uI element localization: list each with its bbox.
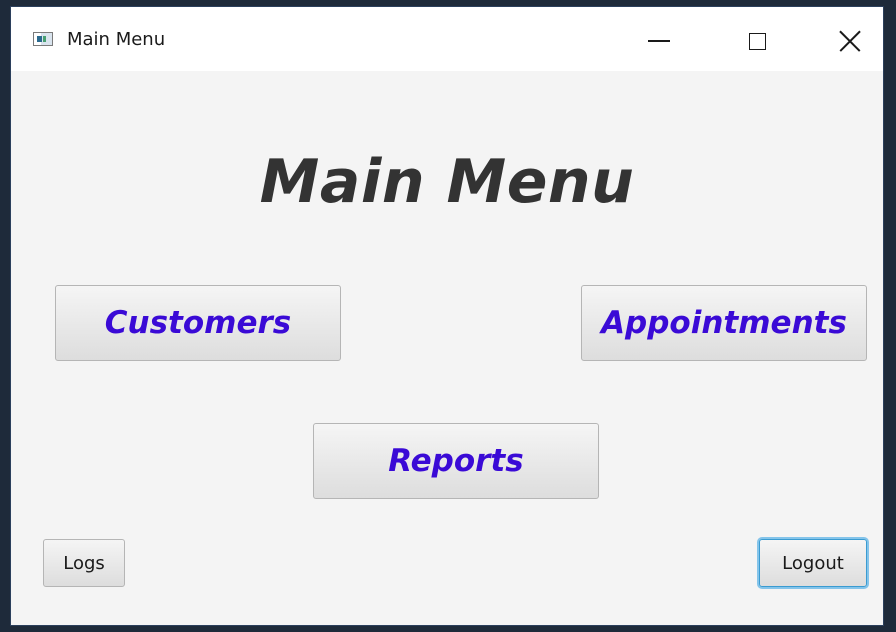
customers-button[interactable]: Customers bbox=[55, 285, 341, 361]
main-menu-window: Main Menu Main Menu Customers Appointmen… bbox=[10, 6, 884, 626]
close-icon bbox=[839, 30, 861, 52]
title-bar[interactable]: Main Menu bbox=[11, 7, 883, 71]
page-title: Main Menu bbox=[259, 147, 635, 217]
appointments-button[interactable]: Appointments bbox=[581, 285, 867, 361]
logs-button[interactable]: Logs bbox=[43, 539, 125, 587]
reports-button[interactable]: Reports bbox=[313, 423, 599, 499]
window-title: Main Menu bbox=[67, 29, 166, 50]
logout-button[interactable]: Logout bbox=[759, 539, 867, 587]
app-window-icon bbox=[33, 32, 53, 46]
minimize-icon bbox=[648, 40, 670, 42]
close-button[interactable] bbox=[830, 23, 870, 59]
minimize-button[interactable] bbox=[639, 23, 679, 59]
maximize-icon bbox=[748, 32, 766, 50]
maximize-button[interactable] bbox=[737, 23, 777, 59]
